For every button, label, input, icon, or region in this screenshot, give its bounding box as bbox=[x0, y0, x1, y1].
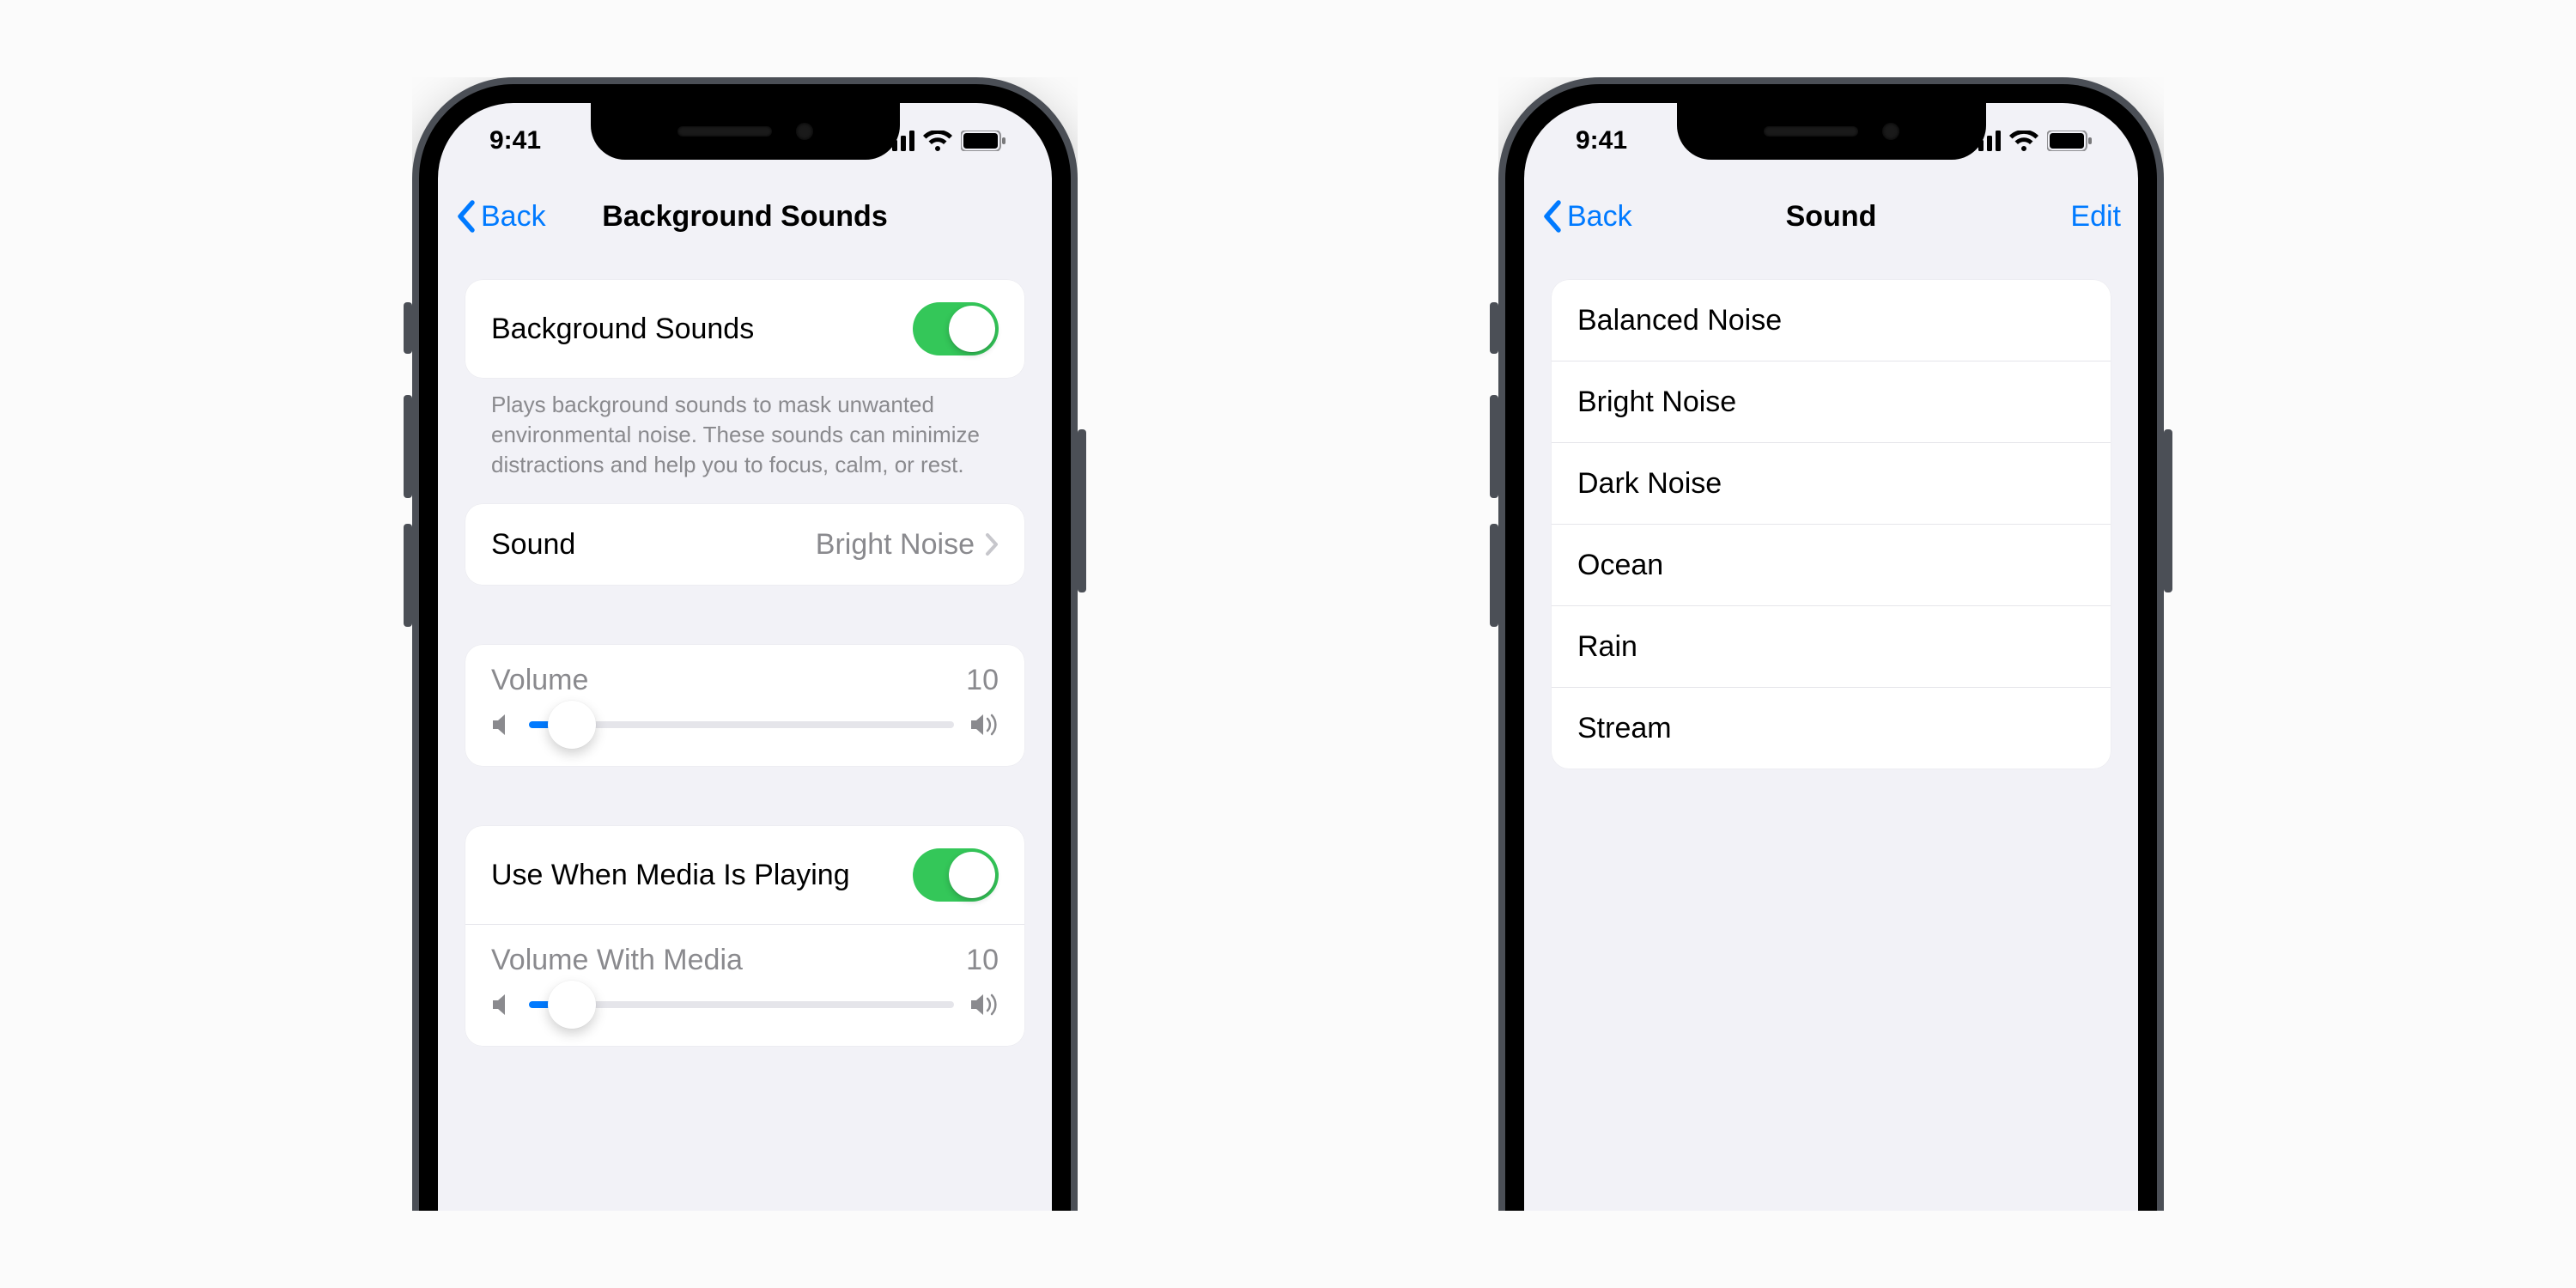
row-background-sounds-toggle[interactable]: Background Sounds bbox=[465, 280, 1024, 378]
group-media: Use When Media Is Playing Volume With Me… bbox=[465, 826, 1024, 1046]
media-volume-label: Volume With Media bbox=[491, 944, 743, 977]
notch bbox=[591, 103, 900, 160]
volume-label: Volume bbox=[491, 664, 588, 697]
power-button[interactable] bbox=[2164, 429, 2172, 592]
mute-switch[interactable] bbox=[404, 302, 412, 354]
speaker-low-icon bbox=[491, 993, 513, 1017]
use-with-media-toggle[interactable] bbox=[913, 848, 999, 902]
sound-option-label: Balanced Noise bbox=[1577, 304, 1782, 337]
battery-icon bbox=[961, 131, 1005, 151]
phone-sound-picker: 9:41 Back Sound Edit bbox=[1498, 77, 2164, 1211]
sound-option-label: Rain bbox=[1577, 630, 1637, 664]
sound-option[interactable]: Balanced Noise bbox=[1552, 280, 2111, 361]
sound-option[interactable]: Bright Noise bbox=[1552, 361, 2111, 442]
sound-value: Bright Noise bbox=[816, 528, 975, 562]
background-sounds-toggle[interactable] bbox=[913, 302, 999, 355]
media-volume-value: 10 bbox=[966, 944, 999, 977]
notch bbox=[1677, 103, 1986, 160]
media-toggle-label: Use When Media Is Playing bbox=[491, 859, 850, 892]
back-button[interactable]: Back bbox=[455, 199, 546, 234]
sound-option-label: Dark Noise bbox=[1577, 467, 1722, 501]
row-media-volume: Volume With Media 10 bbox=[465, 924, 1024, 1046]
speaker-high-icon bbox=[969, 713, 999, 737]
mute-switch[interactable] bbox=[1490, 302, 1498, 354]
volume-down-button[interactable] bbox=[404, 524, 412, 627]
back-label: Back bbox=[1567, 200, 1632, 234]
settings-content[interactable]: Background Sounds Plays background sound… bbox=[438, 254, 1052, 1211]
volume-value: 10 bbox=[966, 664, 999, 697]
sound-option[interactable]: Ocean bbox=[1552, 524, 2111, 605]
media-volume-slider[interactable] bbox=[529, 1001, 954, 1008]
row-volume: Volume 10 bbox=[465, 645, 1024, 766]
row-sound[interactable]: Sound Bright Noise bbox=[465, 504, 1024, 585]
nav-bar: Back Background Sounds bbox=[438, 179, 1052, 254]
group-sound-options: Balanced Noise Bright Noise Dark Noise Ocea… bbox=[1552, 280, 2111, 769]
row-media-toggle[interactable]: Use When Media Is Playing bbox=[465, 826, 1024, 924]
volume-slider[interactable] bbox=[529, 721, 954, 728]
phone-background-sounds: 9:41 Back Background Sounds bbox=[412, 77, 1078, 1211]
speaker-low-icon bbox=[491, 713, 513, 737]
group-footer-text: Plays background sounds to mask unwanted… bbox=[465, 378, 1024, 480]
chevron-left-icon bbox=[1541, 199, 1562, 234]
back-button[interactable]: Back bbox=[1541, 199, 1632, 234]
sound-option-label: Bright Noise bbox=[1577, 386, 1736, 419]
chevron-left-icon bbox=[455, 199, 476, 234]
sound-option[interactable]: Rain bbox=[1552, 605, 2111, 687]
nav-bar: Back Sound Edit bbox=[1524, 179, 2138, 254]
sound-label: Sound bbox=[491, 528, 575, 562]
group-master-toggle: Background Sounds bbox=[465, 280, 1024, 378]
status-time: 9:41 bbox=[1576, 126, 1627, 155]
group-sound: Sound Bright Noise bbox=[465, 504, 1024, 585]
status-time: 9:41 bbox=[489, 126, 541, 155]
chevron-right-icon bbox=[985, 532, 999, 556]
volume-up-button[interactable] bbox=[1490, 395, 1498, 498]
toggle-label: Background Sounds bbox=[491, 313, 754, 346]
slider-thumb[interactable] bbox=[548, 981, 596, 1029]
volume-down-button[interactable] bbox=[1490, 524, 1498, 627]
sound-option-label: Ocean bbox=[1577, 549, 1663, 582]
battery-icon bbox=[2047, 131, 2092, 151]
wifi-icon bbox=[2009, 131, 2038, 151]
settings-content[interactable]: Balanced Noise Bright Noise Dark Noise Ocea… bbox=[1524, 254, 2138, 1211]
sound-option[interactable]: Dark Noise bbox=[1552, 442, 2111, 524]
sound-option-label: Stream bbox=[1577, 712, 1672, 745]
group-volume: Volume 10 bbox=[465, 645, 1024, 766]
back-label: Back bbox=[481, 200, 546, 234]
speaker-high-icon bbox=[969, 993, 999, 1017]
wifi-icon bbox=[923, 131, 952, 151]
slider-thumb[interactable] bbox=[548, 701, 596, 749]
volume-up-button[interactable] bbox=[404, 395, 412, 498]
sound-option[interactable]: Stream bbox=[1552, 687, 2111, 769]
edit-button[interactable]: Edit bbox=[2070, 200, 2121, 234]
power-button[interactable] bbox=[1078, 429, 1086, 592]
